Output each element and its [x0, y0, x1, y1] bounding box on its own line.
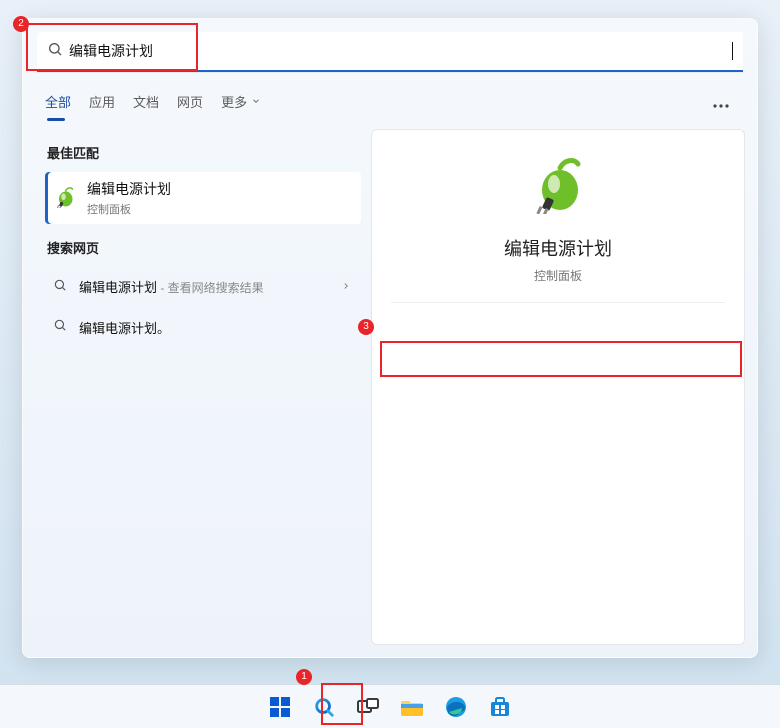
task-view-button[interactable]	[350, 689, 386, 725]
best-match-title: 编辑电源计划	[87, 179, 171, 199]
edge-icon	[445, 696, 467, 718]
search-results-panel: 编辑电源计划 全部 应用 文档 网页 更多 最佳匹配	[22, 18, 758, 658]
web-result-2[interactable]: 编辑电源计划。	[45, 307, 361, 347]
microsoft-store-button[interactable]	[482, 689, 518, 725]
web-result-1-hint: - 查看网络搜索结果	[157, 281, 264, 295]
search-icon	[47, 41, 63, 62]
tab-more-label: 更多	[221, 92, 247, 111]
best-match-result[interactable]: 编辑电源计划 控制面板	[45, 172, 361, 224]
best-match-text: 编辑电源计划 控制面板	[87, 179, 171, 217]
filter-tabs: 全部 应用 文档 网页 更多	[23, 76, 757, 119]
tab-more[interactable]: 更多	[221, 92, 261, 119]
best-match-label: 最佳匹配	[47, 143, 361, 162]
preview-panel: 编辑电源计划 控制面板	[371, 129, 745, 645]
web-search-label: 搜索网页	[47, 238, 361, 257]
preview-title: 编辑电源计划	[504, 235, 612, 261]
file-explorer-button[interactable]	[394, 689, 430, 725]
web-result-2-title: 编辑电源计划。	[79, 318, 170, 337]
tab-all[interactable]: 全部	[45, 92, 71, 119]
start-button[interactable]	[262, 689, 298, 725]
edge-browser-button[interactable]	[438, 689, 474, 725]
web-result-1-title: 编辑电源计划	[79, 280, 157, 295]
tab-documents[interactable]: 文档	[133, 92, 159, 119]
windows-icon	[269, 696, 291, 718]
taskbar	[0, 684, 780, 728]
preview-sub: 控制面板	[534, 267, 582, 284]
search-box[interactable]: 编辑电源计划	[37, 32, 743, 72]
best-match-sub: 控制面板	[87, 201, 171, 217]
search-icon	[313, 696, 335, 718]
results-body: 最佳匹配 编辑电源计划 控制面板 搜索网页	[23, 119, 757, 657]
tab-apps[interactable]: 应用	[89, 92, 115, 119]
folder-icon	[400, 697, 424, 717]
annotation-badge-1: 1	[296, 669, 312, 685]
text-caret	[732, 42, 733, 60]
search-icon	[53, 278, 67, 297]
chevron-right-icon	[341, 280, 351, 294]
preview-divider	[391, 302, 726, 303]
power-plan-icon	[526, 150, 590, 219]
power-plan-icon	[53, 184, 77, 213]
web-result-1[interactable]: 编辑电源计划 - 查看网络搜索结果	[45, 267, 361, 307]
more-options-button[interactable]	[707, 94, 735, 118]
dots-icon	[713, 104, 729, 108]
store-icon	[489, 696, 511, 718]
web-result-1-text: 编辑电源计划 - 查看网络搜索结果	[79, 277, 264, 297]
search-input[interactable]: 编辑电源计划	[69, 41, 734, 61]
search-row: 编辑电源计划	[23, 19, 757, 76]
task-view-icon	[357, 698, 379, 716]
tab-web[interactable]: 网页	[177, 92, 203, 119]
results-left-column: 最佳匹配 编辑电源计划 控制面板 搜索网页	[23, 119, 371, 657]
chevron-down-icon	[251, 94, 261, 109]
search-icon	[53, 318, 67, 337]
taskbar-search-button[interactable]	[306, 689, 342, 725]
